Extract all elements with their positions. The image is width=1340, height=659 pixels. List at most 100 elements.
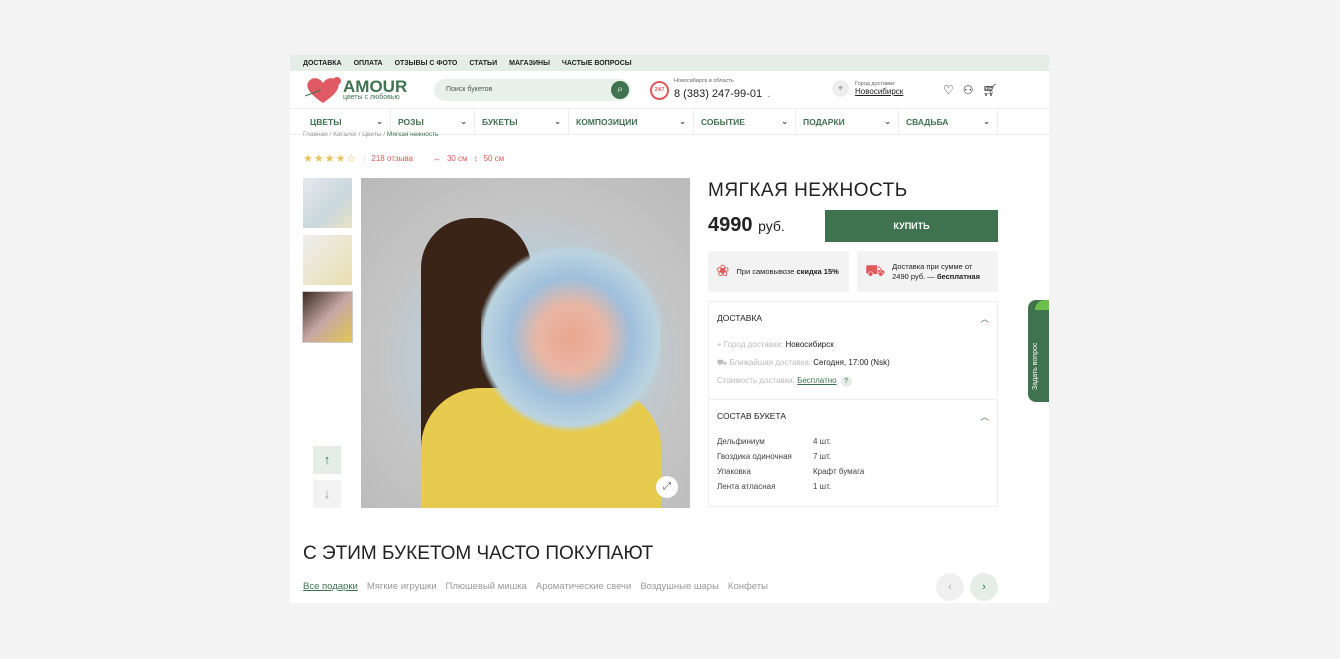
nav-event[interactable]: СОБЫТИЕ ⌄ (694, 109, 796, 134)
breadcrumb-flowers[interactable]: Цветы (362, 131, 381, 138)
nav-bouquets[interactable]: БУКЕТЫ ⌄ (475, 109, 569, 134)
delivery-city: ⌖ Город доставки: Новосибирск (709, 336, 997, 354)
nav-label: БУКЕТЫ (482, 116, 518, 127)
cost-link[interactable]: Бесплатно (797, 376, 837, 385)
card-bold: скидка 15% (796, 266, 839, 276)
thumbnail-3[interactable] (302, 291, 353, 343)
card-text: При самовывозе (736, 266, 797, 276)
chevron-down-icon[interactable]: ⌄ (767, 93, 772, 99)
thumbnail-1[interactable] (303, 178, 352, 228)
tab-soft-toys[interactable]: Мягкие игрушки (367, 581, 437, 592)
nav-label: СОБЫТИЕ (701, 116, 745, 127)
top-link-payment[interactable]: ОПЛАТА (354, 60, 383, 67)
delivery-title: ДОСТАВКА (717, 313, 763, 323)
item-name: Лента атласная (717, 482, 776, 491)
nav-gifts[interactable]: ПОДАРКИ ⌄ (796, 109, 899, 134)
item-name: Дельфиниум (717, 437, 765, 446)
nav-label: РОЗЫ (398, 116, 424, 127)
chevron-down-icon: ⌄ (460, 117, 467, 126)
city-selector[interactable]: ⌖ Город доставки: Новосибирск (832, 80, 903, 97)
phone-number[interactable]: 8 (383) 247-99-01 (674, 88, 762, 100)
prev-button[interactable]: ‹ (936, 573, 964, 601)
cart-icon[interactable]: 🛒︎ (983, 83, 998, 97)
chevron-down-icon: ⌄ (884, 117, 891, 126)
item-qty: 1 шт. (813, 482, 832, 491)
label: Стоимость доставки: (717, 376, 795, 385)
tab-all-gifts[interactable]: Все подарки (303, 581, 358, 592)
related-title: С ЭТИМ БУКЕТОМ ЧАСТО ПОКУПАЮТ (303, 543, 654, 564)
composition-title: СОСТАВ БУКЕТА (717, 411, 787, 421)
nav-compositions[interactable]: КОМПОЗИЦИИ ⌄ (569, 109, 694, 134)
top-link-faq[interactable]: ЧАСТЫЕ ВОПРОСЫ (562, 60, 632, 67)
logo-name: AMOUR (343, 77, 408, 96)
composition-item: Дельфиниум 4 шт. (709, 434, 997, 449)
chevron-left-icon: ‹ (948, 581, 952, 593)
search-icon: ⌕ (617, 84, 623, 95)
clock-24-icon: 24/7 (650, 80, 669, 100)
truck-icon: ⛟ (717, 358, 728, 367)
heart-icon[interactable]: ♡ (943, 83, 954, 97)
product-price: 4990 руб. (708, 214, 785, 237)
delivery-accordion-header[interactable]: ДОСТАВКА ︿ (709, 302, 997, 336)
related-tabs: Все подарки Мягкие игрушки Плюшевый мишк… (303, 581, 768, 592)
phone-block[interactable]: 24/7 Новосибирск и область 8 (383) 247-99… (650, 78, 771, 102)
truck-icon: ⛟ (865, 262, 886, 280)
top-link-delivery[interactable]: ДОСТАВКА (303, 60, 342, 67)
buy-button[interactable]: КУПИТЬ (825, 210, 998, 242)
composition-accordion-header[interactable]: СОСТАВ БУКЕТА ︿ (709, 400, 997, 434)
nav-wedding[interactable]: СВАДЬБА ⌄ (899, 109, 998, 134)
reviews-link[interactable]: 218 отзыва (371, 154, 413, 163)
width-value: 30 см (446, 154, 468, 163)
breadcrumb-catalog[interactable]: Каталог (333, 131, 357, 138)
rating-row: ★★★★☆ | 218 отзыва ↔ 30 см ↕ 50 см (303, 153, 505, 165)
user-icon[interactable]: ⚇ (963, 83, 974, 97)
thumbnail-2[interactable] (303, 235, 352, 285)
image-bouquet (481, 238, 661, 438)
ask-question-button[interactable]: Задать вопрос (1028, 300, 1049, 402)
pickup-discount-card: ❀ При самовывозе скидка 15% (708, 251, 849, 292)
item-qty: 4 шт. (813, 437, 832, 446)
chevron-down-icon: ⌄ (376, 117, 383, 126)
item-name: Упаковка (717, 467, 751, 476)
top-link-articles[interactable]: СТАТЬИ (469, 60, 497, 67)
logo-tagline: цветы с любовью (343, 94, 400, 101)
search-input[interactable]: Поиск букетов ⌕ (434, 79, 631, 101)
breadcrumb: Главная / Каталог / Цветы / Мягкая нежно… (303, 131, 439, 138)
top-link-stores[interactable]: МАГАЗИНЫ (509, 60, 550, 67)
tab-candles[interactable]: Ароматические свечи (536, 581, 631, 592)
product-image[interactable]: ⤢ (361, 178, 690, 508)
next-button[interactable]: › (970, 573, 998, 601)
composition-item: Лента атласная 1 шт. (709, 479, 997, 494)
search-button[interactable]: ⌕ (611, 81, 629, 99)
height-icon: ↕ (473, 154, 478, 163)
arrow-down-icon[interactable]: ↓ (313, 480, 341, 508)
composition-item: Упаковка Крафт бумага (709, 464, 997, 479)
chevron-up-icon: ︿ (980, 314, 989, 324)
arrow-up-icon[interactable]: ↑ (313, 446, 341, 474)
city-value[interactable]: Новосибирск (855, 87, 903, 96)
expand-icon[interactable]: ⤢ (656, 476, 678, 498)
nav-label: КОМПОЗИЦИИ (576, 116, 638, 127)
ask-question-label: Задать вопрос (1032, 342, 1039, 390)
leaf-icon (1035, 300, 1049, 310)
logo[interactable]: AMOUR цветы с любовью (303, 76, 407, 104)
tab-balloons[interactable]: Воздушные шары (640, 581, 719, 592)
info-accordion: ДОСТАВКА ︿ ⌖ Город доставки: Новосибирск … (708, 301, 998, 507)
top-link-photo-reviews[interactable]: ОТЗЫВЫ С ФОТО (395, 60, 458, 67)
nav-label: ЦВЕТЫ (310, 116, 342, 127)
breadcrumb-current: Мягкая нежность (386, 131, 439, 138)
breadcrumb-home[interactable]: Главная (303, 131, 328, 138)
free-delivery-card: ⛟ Доставка при сумме от 2490 руб. — беспл… (857, 251, 998, 292)
chevron-down-icon: ⌄ (781, 117, 788, 126)
composition-item: Гвоздика одиночная 7 шт. (709, 449, 997, 464)
label: Ближайшая доставка: (729, 358, 812, 367)
chevron-down-icon: ⌄ (983, 117, 990, 126)
delivery-cost: Стоимость доставки: Бесплатно? (709, 372, 997, 391)
search-placeholder: Поиск букетов (446, 86, 493, 93)
help-icon[interactable]: ? (840, 376, 852, 387)
heart-logo-icon (304, 77, 341, 103)
chevron-down-icon: ⌄ (554, 117, 561, 126)
tab-candy[interactable]: Конфеты (728, 581, 768, 592)
height-value: 50 см (483, 154, 505, 163)
tab-teddy-bear[interactable]: Плюшевый мишка (446, 581, 527, 592)
